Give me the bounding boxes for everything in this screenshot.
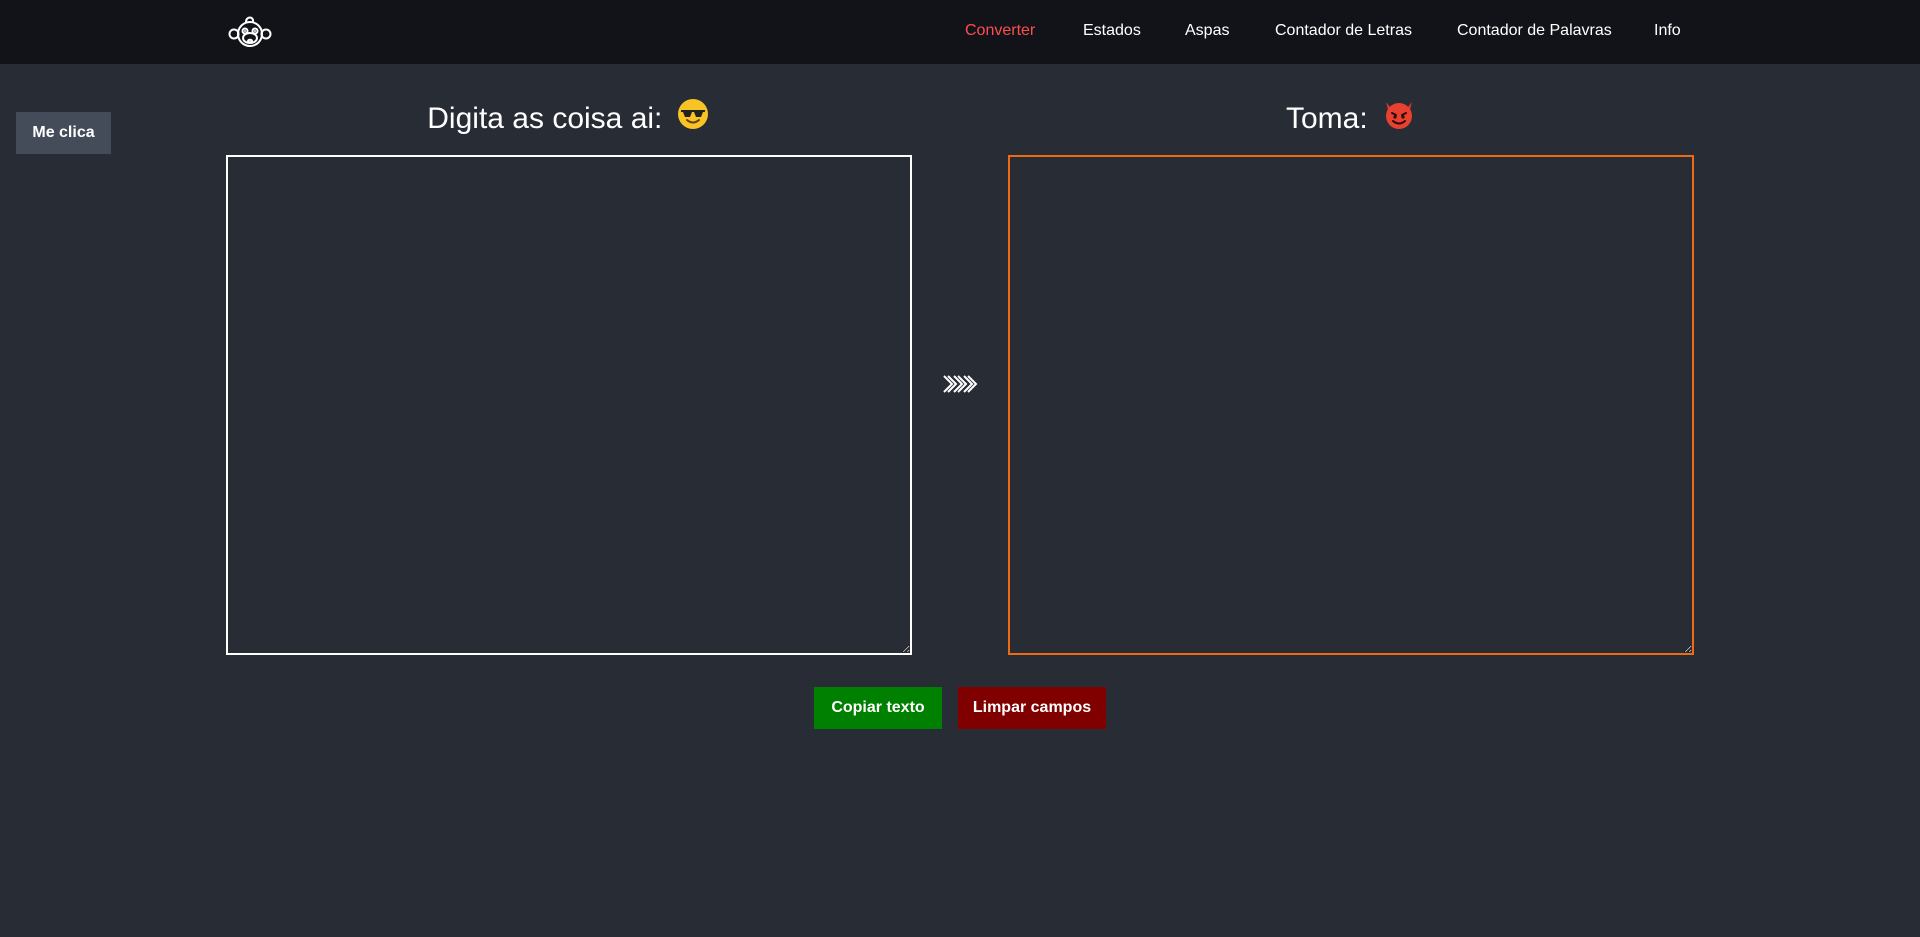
output-textarea[interactable] <box>1008 155 1694 655</box>
nav-link-contador-de-palavras[interactable]: Contador de Palavras <box>1457 22 1612 40</box>
nav-link-converter[interactable]: Converter <box>965 22 1035 40</box>
me-clica-button[interactable]: Me clica <box>16 112 111 154</box>
nav-link-info[interactable]: Info <box>1654 22 1681 40</box>
nav-link-contador-de-letras[interactable]: Contador de Letras <box>1275 22 1412 40</box>
output-panel-title: Toma: <box>1008 98 1694 140</box>
clear-fields-button[interactable]: Limpar campos <box>958 687 1106 729</box>
copy-text-button[interactable]: Copiar texto <box>814 687 942 729</box>
input-panel-title-text: Digita as coisa ai: <box>427 102 663 135</box>
nav-link-aspas[interactable]: Aspas <box>1185 22 1229 40</box>
navbar: Converter Estados Aspas Contador de Letr… <box>0 0 1920 64</box>
nav-link-estados[interactable]: Estados <box>1083 22 1141 40</box>
input-panel-title: Digita as coisa ai: <box>226 98 910 140</box>
devil-emoji-icon <box>1382 98 1416 142</box>
output-panel-title-text: Toma: <box>1285 102 1368 135</box>
input-textarea[interactable] <box>226 155 912 655</box>
triple-chevron-right-icon <box>942 372 978 396</box>
nav-links: Converter Estados Aspas Contador de Letr… <box>0 0 1920 64</box>
sunglasses-emoji-icon <box>677 98 709 142</box>
